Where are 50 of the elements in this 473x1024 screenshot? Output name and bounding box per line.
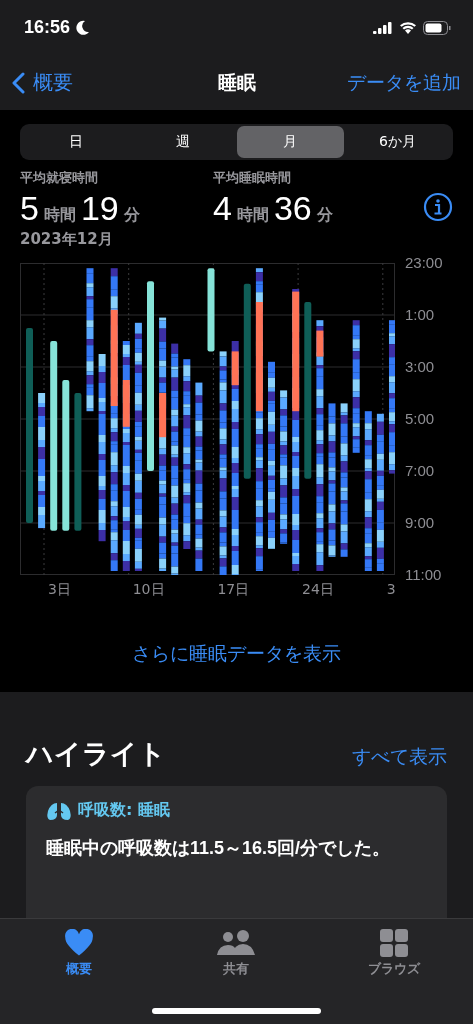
status-time: 16:56 bbox=[24, 17, 71, 38]
battery-icon bbox=[423, 20, 451, 35]
y-axis-label: 5:00 bbox=[405, 409, 436, 429]
y-axis-label: 9:00 bbox=[405, 513, 436, 533]
y-axis-label: 1:00 bbox=[405, 305, 436, 325]
add-data-link[interactable]: データを追加 bbox=[347, 69, 461, 96]
period-segment[interactable]: 週 bbox=[129, 126, 237, 158]
stat-value: 36 bbox=[273, 189, 312, 228]
highlight-card[interactable]: 呼吸数: 睡眠 睡眠中の呼吸数は11.5～16.5回/分でした。 bbox=[26, 786, 447, 919]
stat-value: 4 bbox=[213, 189, 232, 228]
lungs-icon bbox=[46, 800, 72, 821]
wifi-icon bbox=[399, 21, 417, 34]
x-axis-label: 3日 bbox=[48, 581, 71, 599]
grid-icon bbox=[380, 929, 409, 958]
x-axis-label: 24日 bbox=[302, 581, 334, 599]
moon-icon bbox=[76, 19, 91, 36]
stat-value: 19 bbox=[80, 189, 119, 228]
tab-bar-item[interactable]: 概要 bbox=[0, 919, 158, 1024]
stat-unit: 分 bbox=[123, 205, 140, 226]
page-title: 睡眠 bbox=[217, 69, 256, 95]
section-title: ハイライト bbox=[26, 737, 166, 772]
period-segment[interactable]: 6か月 bbox=[343, 126, 451, 158]
back-link[interactable]: 概要 bbox=[12, 69, 218, 96]
y-axis-label: 3:00 bbox=[405, 357, 436, 377]
tab-bar-item[interactable]: 共有 bbox=[157, 919, 316, 1024]
show-more-link[interactable]: さらに睡眠データを表示 bbox=[132, 641, 341, 667]
y-axis-label: 23:00 bbox=[405, 253, 444, 273]
signal-icon bbox=[373, 21, 393, 34]
info-icon[interactable] bbox=[423, 192, 453, 222]
y-axis-label: 7:00 bbox=[405, 461, 436, 481]
tab-bar-item[interactable]: ブラウズ bbox=[315, 919, 473, 1024]
stat-unit: 時間 bbox=[43, 205, 76, 226]
period-label: 2023年12月 bbox=[20, 230, 114, 249]
back-chevron-icon bbox=[12, 71, 25, 94]
stat-label: 平均睡眠時間 bbox=[213, 170, 292, 187]
stat-label: 平均就寝時間 bbox=[20, 170, 99, 187]
x-axis-label: 3 bbox=[386, 581, 396, 597]
see-all-link[interactable]: すべて表示 bbox=[352, 744, 447, 771]
x-axis-label: 17日 bbox=[217, 581, 250, 599]
x-axis-label: 10日 bbox=[132, 581, 165, 599]
y-axis-label: 11:00 bbox=[405, 565, 443, 585]
stat-unit: 時間 bbox=[236, 205, 269, 226]
card-heading: 呼吸数: 睡眠 bbox=[78, 800, 170, 822]
heart-icon bbox=[63, 929, 94, 958]
stat-unit: 分 bbox=[316, 205, 333, 226]
period-segment[interactable]: 月 bbox=[236, 126, 344, 158]
people-icon bbox=[216, 929, 257, 958]
stat-value: 5 bbox=[20, 189, 39, 228]
card-text: 睡眠中の呼吸数は11.5～16.5回/分でした。 bbox=[46, 837, 392, 861]
period-segment[interactable]: 日 bbox=[22, 126, 130, 158]
